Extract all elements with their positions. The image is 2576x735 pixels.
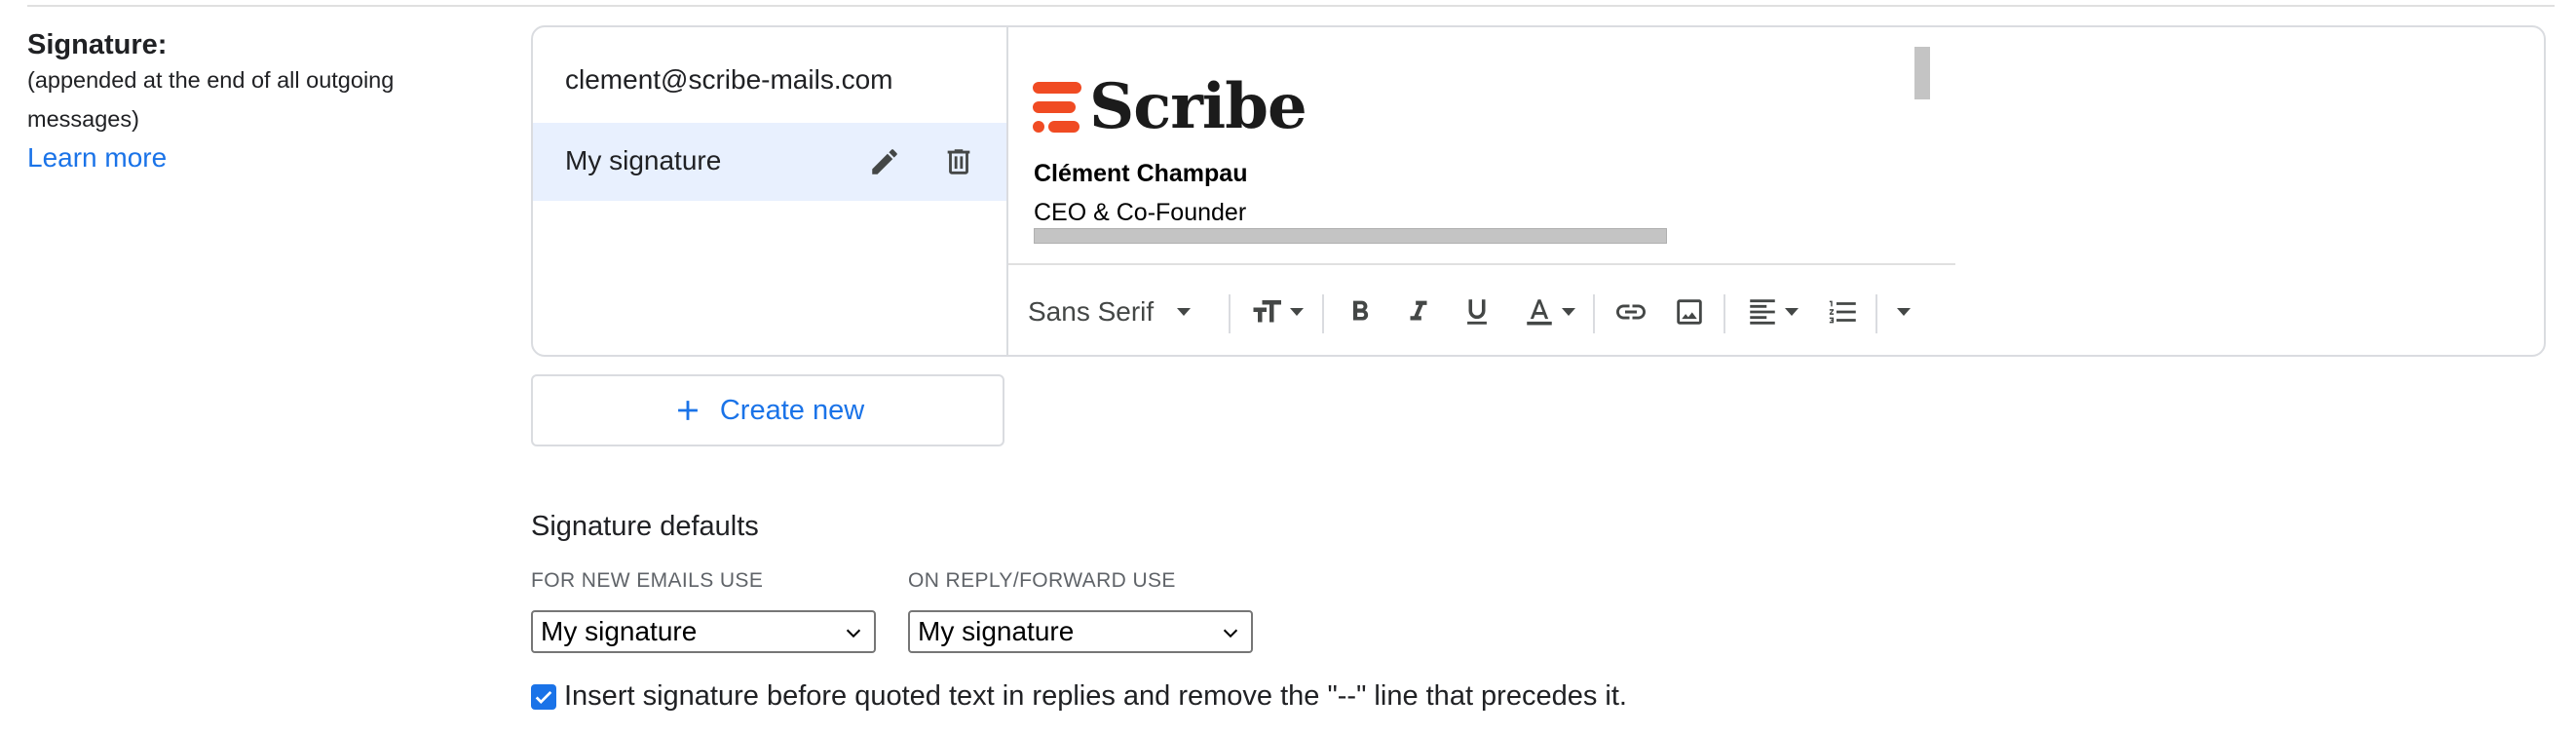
- link-icon: [1616, 304, 1646, 320]
- new-emails-selected-value: My signature: [541, 616, 698, 646]
- account-email: clement@scribe-mails.com: [565, 64, 893, 95]
- toolbar-divider: [1875, 294, 1877, 333]
- toolbar-divider: [1593, 294, 1595, 333]
- chevron-down-icon: [1177, 308, 1192, 316]
- learn-more-link[interactable]: Learn more: [27, 138, 495, 177]
- section-divider: [27, 5, 2555, 7]
- more-formatting-button[interactable]: [1883, 265, 1924, 355]
- signature-list: clement@scribe-mails.com My signature: [533, 27, 1008, 355]
- scribe-logo-mark: [1033, 82, 1081, 133]
- new-emails-label: FOR NEW EMAILS USE: [531, 569, 764, 592]
- image-icon: [1677, 299, 1702, 325]
- chevron-down-icon: [1290, 308, 1304, 316]
- align-button[interactable]: [1733, 265, 1811, 355]
- reply-forward-signature-select[interactable]: My signature: [908, 610, 1253, 653]
- formatting-toolbar: Sans Serif: [1008, 263, 1955, 355]
- insert-link-button[interactable]: [1605, 265, 1657, 355]
- insert-before-quoted-checkbox[interactable]: [531, 683, 556, 710]
- font-family-label: Sans Serif: [1028, 296, 1155, 327]
- plus-icon: [677, 401, 698, 420]
- insert-image-button[interactable]: [1663, 265, 1716, 355]
- reply-forward-selected-value: My signature: [918, 616, 1075, 646]
- text-color-button[interactable]: [1513, 265, 1585, 355]
- signature-description: (appended at the end of all outgoing mes…: [27, 67, 395, 132]
- new-emails-signature-select[interactable]: My signature: [531, 610, 876, 653]
- font-family-select[interactable]: Sans Serif: [1028, 265, 1223, 355]
- editor-vertical-scrollbar[interactable]: [1914, 47, 1930, 99]
- toolbar-divider: [1229, 294, 1231, 333]
- font-size-button[interactable]: [1236, 265, 1316, 355]
- chevron-down-icon: [1562, 308, 1575, 316]
- insert-before-quoted-label: Insert signature before quoted text in r…: [564, 680, 1627, 712]
- bold-button[interactable]: [1334, 265, 1386, 355]
- scribe-logo: Scribe: [1033, 76, 1307, 138]
- underline-button[interactable]: [1451, 265, 1503, 355]
- numbered-list-button[interactable]: [1817, 265, 1870, 355]
- insert-before-quoted-row: Insert signature before quoted text in r…: [531, 680, 1627, 713]
- italic-icon: [1410, 300, 1427, 321]
- text-color-icon: [1527, 299, 1552, 326]
- create-new-label: Create new: [719, 394, 865, 426]
- signature-defaults-title: Signature defaults: [531, 511, 759, 542]
- signature-person-name: Clément Champau: [1034, 160, 1248, 187]
- delete-icon[interactable]: [938, 141, 979, 182]
- signature-editor[interactable]: Scribe Clément Champau CEO & Co-Founder …: [1008, 27, 1955, 355]
- underline-icon: [1467, 299, 1487, 325]
- signature-item-name: My signature: [565, 145, 722, 175]
- edit-icon[interactable]: [864, 141, 905, 182]
- chevron-down-icon: [1897, 308, 1911, 316]
- chevron-down-icon: [846, 629, 861, 638]
- reply-forward-label: ON REPLY/FORWARD USE: [908, 569, 1176, 592]
- text-size-icon: [1253, 300, 1281, 323]
- signature-list-item[interactable]: My signature: [533, 123, 1006, 201]
- italic-button[interactable]: [1392, 265, 1445, 355]
- editor-horizontal-scrollbar[interactable]: [1034, 228, 1667, 244]
- signature-person-title: CEO & Co-Founder: [1034, 199, 1247, 224]
- signature-panel: clement@scribe-mails.com My signature Sc…: [531, 25, 2546, 357]
- align-left-icon: [1750, 299, 1775, 325]
- toolbar-divider: [1322, 294, 1324, 333]
- signature-title-clip: CEO & Co-Founder: [1034, 193, 1716, 224]
- chevron-down-icon: [1785, 308, 1799, 316]
- chevron-down-icon: [1223, 629, 1238, 638]
- scribe-logo-text: Scribe: [1089, 70, 1307, 143]
- toolbar-divider: [1724, 294, 1725, 333]
- create-new-signature-button[interactable]: Create new: [531, 374, 1004, 446]
- signature-section-label: Signature: (appended at the end of all o…: [27, 27, 495, 177]
- checkmark-icon: [535, 690, 552, 704]
- numbered-list-icon: [1829, 300, 1856, 324]
- bold-icon: [1352, 300, 1369, 321]
- signature-heading: Signature:: [27, 29, 168, 60]
